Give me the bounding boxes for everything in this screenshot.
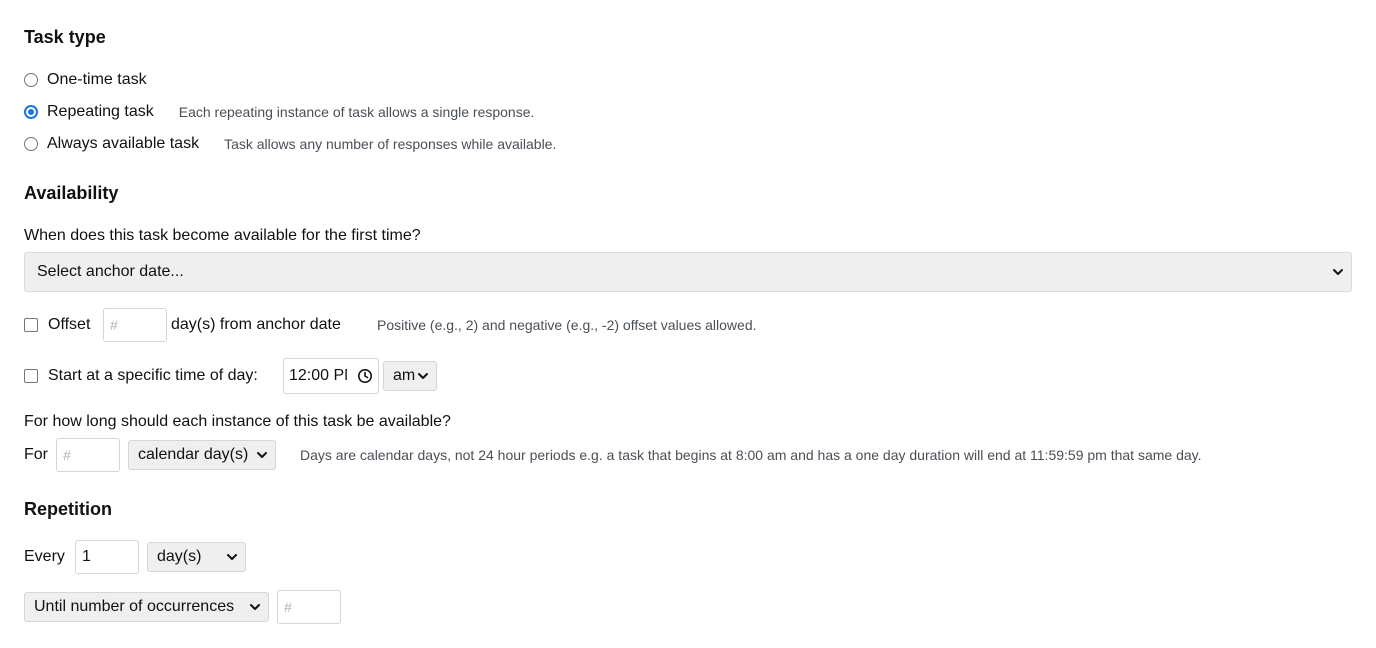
radio-label: Repeating task <box>47 103 154 120</box>
radio-option-one-time[interactable]: One-time task <box>24 70 147 90</box>
duration-question: For how long should each instance of thi… <box>24 413 451 430</box>
start-time-value: 12:00 PM <box>289 367 347 384</box>
first-availability-question: When does this task become available for… <box>24 227 421 244</box>
radio-button[interactable] <box>24 137 38 151</box>
task-settings-form: Task type One-time task Repeating task E… <box>0 0 1376 648</box>
task-type-heading: Task type <box>24 27 106 47</box>
repetition-heading: Repetition <box>24 499 112 519</box>
anchor-date-select-value: Select anchor date... <box>37 263 184 280</box>
every-label: Every <box>24 548 65 565</box>
offset-checkbox[interactable] <box>24 318 38 332</box>
duration-unit-value: calendar day(s) <box>138 446 249 463</box>
radio-option-repeating[interactable]: Repeating task Each repeating instance o… <box>24 102 534 122</box>
radio-help-text: Task allows any number of responses whil… <box>224 136 557 152</box>
offset-suffix-label: day(s) from anchor date <box>171 316 341 333</box>
radio-label: Always available task <box>47 135 200 152</box>
chevron-down-icon <box>1333 269 1343 275</box>
chevron-down-icon <box>418 373 428 379</box>
duration-days-input[interactable]: # <box>56 438 120 472</box>
chevron-down-icon <box>227 554 237 560</box>
until-condition-select[interactable]: Until number of occurrences <box>24 592 269 622</box>
radio-option-always-available[interactable]: Always available task Task allows any nu… <box>24 134 556 154</box>
am-pm-value: am <box>393 367 416 384</box>
occurrences-input[interactable]: # <box>277 590 341 624</box>
offset-checkbox-row[interactable]: Offset <box>24 315 90 335</box>
duration-for-label: For <box>24 446 48 463</box>
duration-unit-select[interactable]: calendar day(s) <box>128 440 276 470</box>
radio-button[interactable] <box>24 73 38 87</box>
start-time-label: Start at a specific time of day: <box>48 367 258 384</box>
availability-heading: Availability <box>24 183 119 203</box>
radio-button-checked[interactable] <box>24 105 38 119</box>
anchor-date-select[interactable]: Select anchor date... <box>24 252 1352 292</box>
offset-help-text: Positive (e.g., 2) and negative (e.g., -… <box>377 317 757 333</box>
until-condition-value: Until number of occurrences <box>34 598 235 615</box>
start-time-checkbox-row[interactable]: Start at a specific time of day: <box>24 366 258 386</box>
start-time-checkbox[interactable] <box>24 369 38 383</box>
start-time-input[interactable]: 12:00 PM <box>283 358 379 394</box>
duration-help-text: Days are calendar days, not 24 hour peri… <box>300 447 1202 463</box>
chevron-down-icon <box>250 604 260 610</box>
every-value-input[interactable]: 1 <box>75 540 139 574</box>
radio-help-text: Each repeating instance of task allows a… <box>178 104 535 120</box>
offset-days-input[interactable]: # <box>103 308 167 342</box>
am-pm-select[interactable]: am <box>383 361 437 391</box>
radio-label: One-time task <box>47 71 147 88</box>
every-unit-value: day(s) <box>157 548 202 565</box>
clock-icon[interactable] <box>357 368 373 384</box>
offset-label: Offset <box>48 316 91 333</box>
every-unit-select[interactable]: day(s) <box>147 542 246 572</box>
chevron-down-icon <box>257 452 267 458</box>
